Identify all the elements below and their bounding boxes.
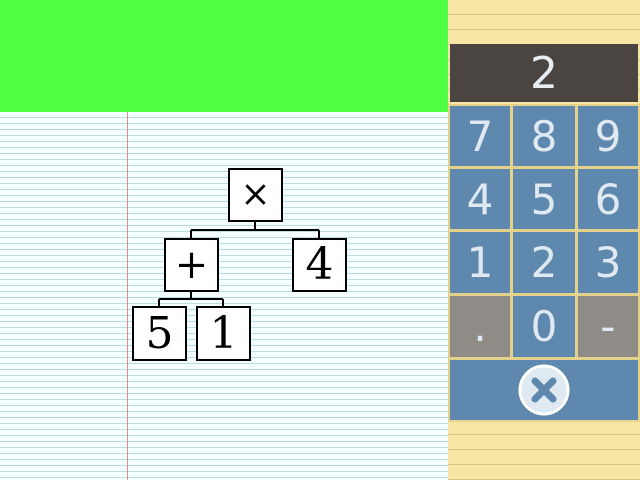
close-circle-icon bbox=[518, 364, 570, 416]
key-5[interactable]: 5 bbox=[513, 169, 575, 229]
key-4[interactable]: 4 bbox=[450, 169, 510, 229]
key-1[interactable]: 1 bbox=[450, 232, 510, 293]
key-9[interactable]: 9 bbox=[578, 106, 638, 166]
delete-button[interactable] bbox=[450, 360, 638, 420]
key-decimal[interactable]: . bbox=[450, 296, 510, 357]
key-2[interactable]: 2 bbox=[513, 232, 575, 293]
key-3[interactable]: 3 bbox=[578, 232, 638, 293]
tree-leaf-one[interactable]: 1 bbox=[196, 306, 251, 361]
key-8[interactable]: 8 bbox=[513, 106, 575, 166]
number-display: 2 bbox=[450, 44, 638, 102]
key-0[interactable]: 0 bbox=[513, 296, 575, 357]
tree-node-add[interactable]: + bbox=[164, 238, 219, 292]
tree-leaf-four[interactable]: 4 bbox=[292, 238, 347, 292]
key-minus[interactable]: - bbox=[578, 296, 638, 357]
key-6[interactable]: 6 bbox=[578, 169, 638, 229]
tree-leaf-five[interactable]: 5 bbox=[132, 306, 187, 361]
tree-node-multiply[interactable]: × bbox=[228, 168, 283, 222]
worksheet-paper bbox=[0, 112, 448, 480]
key-7[interactable]: 7 bbox=[450, 106, 510, 166]
margin-line bbox=[127, 112, 128, 480]
top-banner bbox=[0, 0, 448, 112]
